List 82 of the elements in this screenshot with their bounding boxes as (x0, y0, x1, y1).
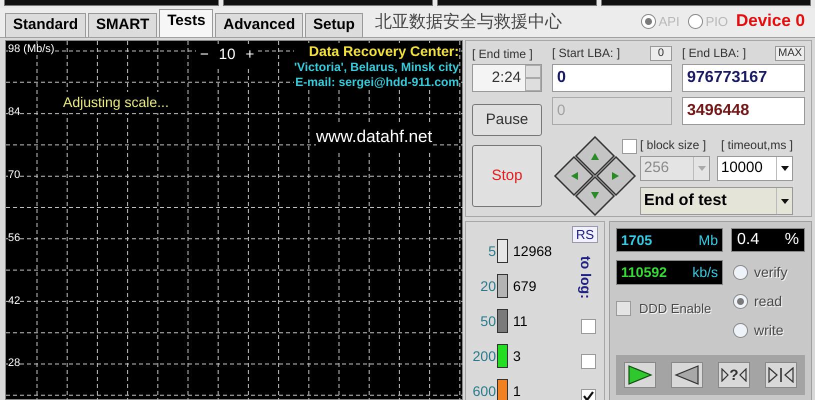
timeout-select[interactable]: 10000 (717, 156, 793, 181)
tab[interactable]: Tests (159, 9, 214, 37)
radio-button[interactable] (640, 14, 656, 29)
status-text: Adjusting scale... (63, 92, 169, 113)
tab[interactable]: Setup (305, 13, 363, 37)
position-field: 3496448 (682, 97, 805, 125)
toolbar-button[interactable]: ? (718, 362, 750, 388)
up-arrow-button[interactable] (574, 136, 616, 176)
website-text: www.datahf.net (316, 124, 432, 150)
block-size-label: [ block size ] (640, 137, 706, 154)
banner-text: 北亚数据安全与救援中心 (374, 10, 562, 32)
skip-to-ends-icon (767, 367, 795, 383)
axis-label: 42 (8, 296, 20, 307)
dropdown-arrow-icon (780, 198, 788, 204)
processed-readout: 1705 Mb (616, 228, 723, 252)
max-button[interactable]: MAX (775, 46, 805, 60)
contact-title: Data Recovery Center: (308, 43, 459, 60)
checkbox[interactable] (622, 139, 637, 154)
rs-button[interactable]: RS (572, 226, 598, 243)
reset-start-button[interactable]: 0 (650, 46, 672, 60)
toolbar-button[interactable] (765, 362, 797, 388)
end-time-label: [ End time ] (472, 46, 534, 61)
radio-button[interactable] (733, 265, 748, 280)
to-log-label: to log: (577, 256, 595, 299)
axis-label: 56 (8, 233, 20, 244)
speed-readout: 110592 kb/s (616, 260, 723, 285)
back-triangle-icon (674, 365, 700, 385)
mode-label: write (754, 321, 784, 340)
start-lba-field[interactable]: 0 (552, 64, 672, 92)
current-lba-field: 0 (552, 97, 672, 125)
block-count: 11 (513, 312, 528, 330)
stop-button[interactable]: Stop (472, 145, 542, 207)
decrease-scale-button[interactable]: − (200, 44, 209, 66)
left-triangle-icon (738, 368, 747, 382)
increase-scale-button[interactable]: + (245, 44, 254, 66)
right-triangle-icon (721, 368, 730, 382)
timeout-label: [ timeout,ms ] (720, 137, 793, 154)
axis-label: 98 (Mb/s) (8, 44, 54, 55)
latency-threshold: 600 (472, 382, 496, 400)
start-lba-label: [ Start LBA: ] (552, 45, 620, 62)
radio-button[interactable] (733, 294, 748, 309)
block-count: 3 (513, 346, 521, 366)
block-count: 679 (513, 276, 536, 296)
axis-label: 28 (8, 358, 20, 369)
contact-line: E-mail: sergei@hdd-911.com (295, 75, 459, 90)
block-count: 12968 (513, 242, 552, 260)
dropdown-arrow-icon (698, 166, 706, 171)
dropdown-arrow-icon (780, 166, 788, 171)
tab[interactable]: SMART (88, 13, 158, 37)
left-arrow-button[interactable] (554, 156, 594, 196)
end-lba-label: [ End LBA: ] (682, 45, 746, 62)
radio-button[interactable] (688, 14, 703, 29)
latency-threshold: 20 (479, 276, 496, 296)
checkbox[interactable] (581, 354, 596, 369)
mode-label: read (754, 292, 782, 311)
checkbox[interactable] (616, 301, 631, 316)
end-action-select[interactable]: End of test (640, 187, 793, 215)
radio-button[interactable] (733, 323, 748, 338)
contact-line: 'Victoria', Belarus, Minsk city (294, 60, 459, 75)
toolbar-button[interactable] (624, 362, 656, 388)
tab[interactable]: Standard (5, 13, 86, 37)
pause-button[interactable]: Pause (472, 104, 542, 136)
tab[interactable]: Advanced (215, 13, 304, 37)
toolbar-button[interactable] (671, 362, 703, 388)
ddd-enable-label: DDD Enable (639, 300, 712, 318)
right-arrow-button[interactable] (596, 156, 636, 196)
question-mark: ? (729, 368, 739, 382)
checkbox[interactable] (581, 389, 596, 400)
block-count: 1 (513, 382, 521, 400)
mode-label: verify (754, 263, 788, 282)
play-icon (627, 365, 653, 385)
axis-label: 70 (8, 170, 20, 181)
latency-threshold: 50 (479, 312, 496, 330)
scale-value: 10 (218, 45, 236, 65)
down-arrow-button[interactable] (574, 176, 616, 216)
device-label: Device 0 (736, 10, 805, 32)
checkbox[interactable] (581, 319, 596, 334)
latency-threshold: 5 (487, 242, 496, 260)
axis-label: 84 (8, 107, 20, 118)
end-lba-field[interactable]: 976773167 (682, 64, 805, 92)
latency-threshold: 200 (472, 346, 496, 366)
percent-readout: 0.4 % (731, 228, 805, 252)
